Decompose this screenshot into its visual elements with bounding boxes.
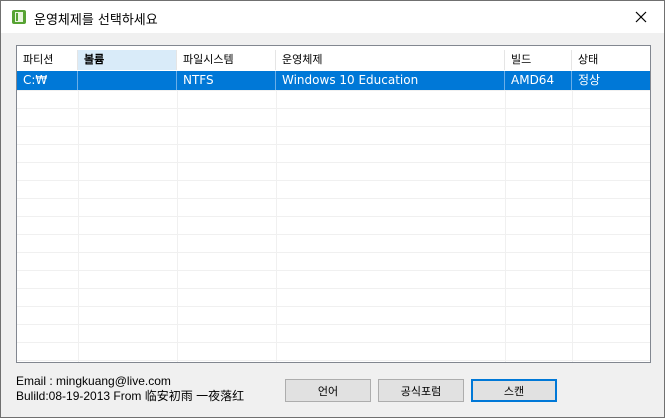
grid-line: [17, 162, 650, 163]
cell-status: 정상: [578, 73, 601, 87]
table-grid: [17, 90, 650, 362]
info-text: Email : mingkuang@live.com Bulild:08-19-…: [16, 374, 244, 404]
grid-line: [17, 306, 650, 307]
grid-line: [17, 360, 650, 361]
build-line: Bulild:08-19-2013 From 临安初雨 一夜落红: [16, 389, 245, 403]
grid-line: [17, 90, 650, 91]
os-select-dialog: 운영체제를 선택하세요 파티션 볼륨 파일시스템 운영체제 빌드 상태 C:₩ …: [0, 0, 665, 418]
cell-build: AMD64: [505, 71, 572, 90]
grid-line: [17, 324, 650, 325]
window-title: 운영체제를 선택하세요: [34, 13, 158, 28]
grid-line: [17, 234, 650, 235]
title-bar[interactable]: 운영체제를 선택하세요: [1, 1, 664, 33]
column-header-os[interactable]: 운영체제: [276, 50, 505, 70]
language-button[interactable]: 언어: [285, 379, 371, 402]
scan-button[interactable]: 스캔: [471, 379, 557, 402]
grid-line: [17, 180, 650, 181]
table-row[interactable]: C:₩ NTFS Windows 10 Education AMD64 정상: [17, 71, 650, 90]
table-header: 파티션 볼륨 파일시스템 운영체제 빌드 상태: [17, 50, 650, 70]
close-icon: [635, 11, 647, 23]
grid-column-line: [505, 90, 506, 362]
cell-os: Windows 10 Education: [276, 71, 505, 90]
grid-line: [17, 288, 650, 289]
cell-partition: C:₩: [17, 71, 78, 90]
column-header-status[interactable]: 상태: [572, 50, 650, 70]
grid-line: [17, 342, 650, 343]
grid-line: [17, 270, 650, 271]
cell-filesystem: NTFS: [177, 71, 276, 90]
forum-button[interactable]: 공식포럼: [378, 379, 464, 402]
grid-column-line: [572, 90, 573, 362]
partition-table[interactable]: 파티션 볼륨 파일시스템 운영체제 빌드 상태 C:₩ NTFS Windows…: [16, 45, 651, 363]
grid-line: [17, 216, 650, 217]
app-icon: [12, 10, 26, 24]
grid-line: [17, 198, 650, 199]
grid-line: [17, 144, 650, 145]
column-header-filesystem[interactable]: 파일시스템: [177, 50, 276, 70]
grid-column-line: [276, 90, 277, 362]
grid-column-line: [78, 90, 79, 362]
cell-volume: [78, 71, 177, 90]
column-header-build[interactable]: 빌드: [505, 50, 572, 70]
close-button[interactable]: [618, 1, 664, 33]
column-header-volume[interactable]: 볼륨: [78, 50, 177, 70]
grid-line: [17, 108, 650, 109]
column-header-partition[interactable]: 파티션: [17, 50, 78, 70]
grid-line: [17, 252, 650, 253]
grid-line: [17, 126, 650, 127]
grid-column-line: [177, 90, 178, 362]
email-line: Email : mingkuang@live.com: [16, 374, 171, 388]
